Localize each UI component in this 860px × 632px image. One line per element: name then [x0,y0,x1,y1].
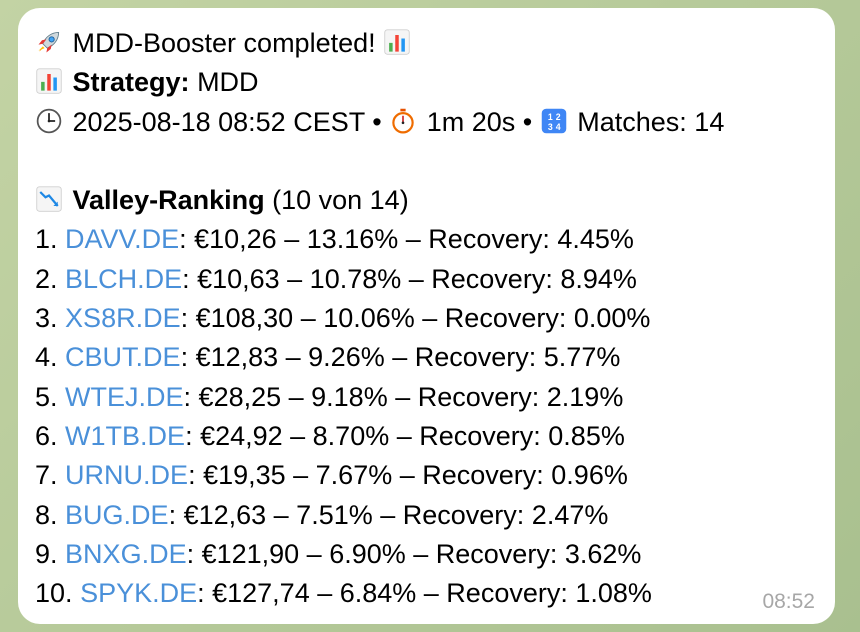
ranking-item: 6. W1TB.DE: €24,92 – 8.70% – Recovery: 0… [35,417,835,456]
strategy-line: Strategy: MDD [35,63,835,102]
ranking-item: 7. URNU.DE: €19,35 – 7.67% – Recovery: 0… [35,456,835,495]
message-bubble: MDD-Booster completed! Strategy: MDD 202… [18,8,835,624]
ranking-details: : €10,26 – 13.16% – Recovery: 4.45% [179,224,634,255]
ranking-index: 8. [35,499,58,530]
ticker-link[interactable]: BUG.DE [65,500,169,530]
ranking-item: 1. DAVV.DE: €10,26 – 13.16% – Recovery: … [35,220,835,259]
ranking-details: : €12,63 – 7.51% – Recovery: 2.47% [168,499,609,530]
ranking-index: 6. [35,420,58,451]
ranking-list: 1. DAVV.DE: €10,26 – 13.16% – Recovery: … [35,220,835,613]
ranking-details: : €108,30 – 10.06% – Recovery: 0.00% [180,303,651,334]
ranking-index: 4. [35,342,58,373]
ranking-item: 8. BUG.DE: €12,63 – 7.51% – Recovery: 2.… [35,496,835,535]
ticker-link[interactable]: BLCH.DE [65,264,182,294]
ranking-count: (10 von 14) [272,185,409,216]
ticker-link[interactable]: BNXG.DE [65,539,187,569]
ticker-link[interactable]: CBUT.DE [65,342,181,372]
svg-text:2: 2 [556,112,561,122]
ticker-link[interactable]: SPYK.DE [80,578,197,608]
title-line: MDD-Booster completed! [35,24,835,63]
ranking-item: 10. SPYK.DE: €127,74 – 6.84% – Recovery:… [35,574,835,613]
svg-text:4: 4 [556,121,561,131]
numbers-icon: 1 2 3 4 [540,107,568,135]
duration-text: 1m 20s [426,106,516,137]
ranking-details: : €10,63 – 10.78% – Recovery: 8.94% [182,263,637,294]
ranking-index: 2. [35,263,58,294]
ticker-link[interactable]: XS8R.DE [65,303,181,333]
ranking-item: 5. WTEJ.DE: €28,25 – 9.18% – Recovery: 2… [35,378,835,417]
bar-chart-icon [383,28,411,56]
ranking-title-line: Valley-Ranking (10 von 14) [35,181,835,220]
ranking-item: 3. XS8R.DE: €108,30 – 10.06% – Recovery:… [35,299,835,338]
ranking-details: : €28,25 – 9.18% – Recovery: 2.19% [183,381,624,412]
chart-decreasing-icon [35,185,63,213]
strategy-label: Strategy: [72,67,190,98]
ranking-details: : €19,35 – 7.67% – Recovery: 0.96% [188,460,628,491]
ranking-item: 2. BLCH.DE: €10,63 – 10.78% – Recovery: … [35,260,835,299]
ranking-index: 9. [35,538,58,569]
clock-icon [35,107,63,135]
ranking-item: 9. BNXG.DE: €121,90 – 6.90% – Recovery: … [35,535,835,574]
svg-text:3: 3 [548,121,553,131]
matches-text: Matches: 14 [577,106,725,137]
datetime-text: 2025-08-18 08:52 CEST [72,106,365,137]
ticker-link[interactable]: DAVV.DE [65,224,179,254]
ranking-details: : €121,90 – 6.90% – Recovery: 3.62% [186,538,642,569]
ranking-details: : €24,92 – 8.70% – Recovery: 0.85% [185,420,625,451]
separator: • [522,106,533,137]
ticker-link[interactable]: WTEJ.DE [65,382,184,412]
ranking-index: 3. [35,303,58,334]
separator: • [372,106,382,137]
bar-chart-icon [35,67,63,95]
svg-text:1: 1 [548,112,553,122]
ranking-title: Valley-Ranking [72,185,265,216]
ranking-index: 7. [35,460,58,491]
ranking-index: 1. [35,224,58,255]
ranking-index: 5. [35,381,58,412]
stopwatch-icon [389,107,417,135]
rocket-icon [35,28,63,56]
title-text: MDD-Booster completed! [72,28,376,58]
ranking-details: : €127,74 – 6.84% – Recovery: 1.08% [197,578,652,609]
strategy-value: MDD [197,67,259,98]
ranking-details: : €12,83 – 9.26% – Recovery: 5.77% [180,342,621,373]
meta-line: 2025-08-18 08:52 CEST • 1m 20s • 1 2 3 4… [35,103,835,142]
ranking-item: 4. CBUT.DE: €12,83 – 9.26% – Recovery: 5… [35,338,835,377]
ticker-link[interactable]: W1TB.DE [65,421,185,451]
ranking-index: 10. [35,578,73,609]
message-timestamp: 08:52 [762,590,815,613]
ticker-link[interactable]: URNU.DE [65,460,188,490]
